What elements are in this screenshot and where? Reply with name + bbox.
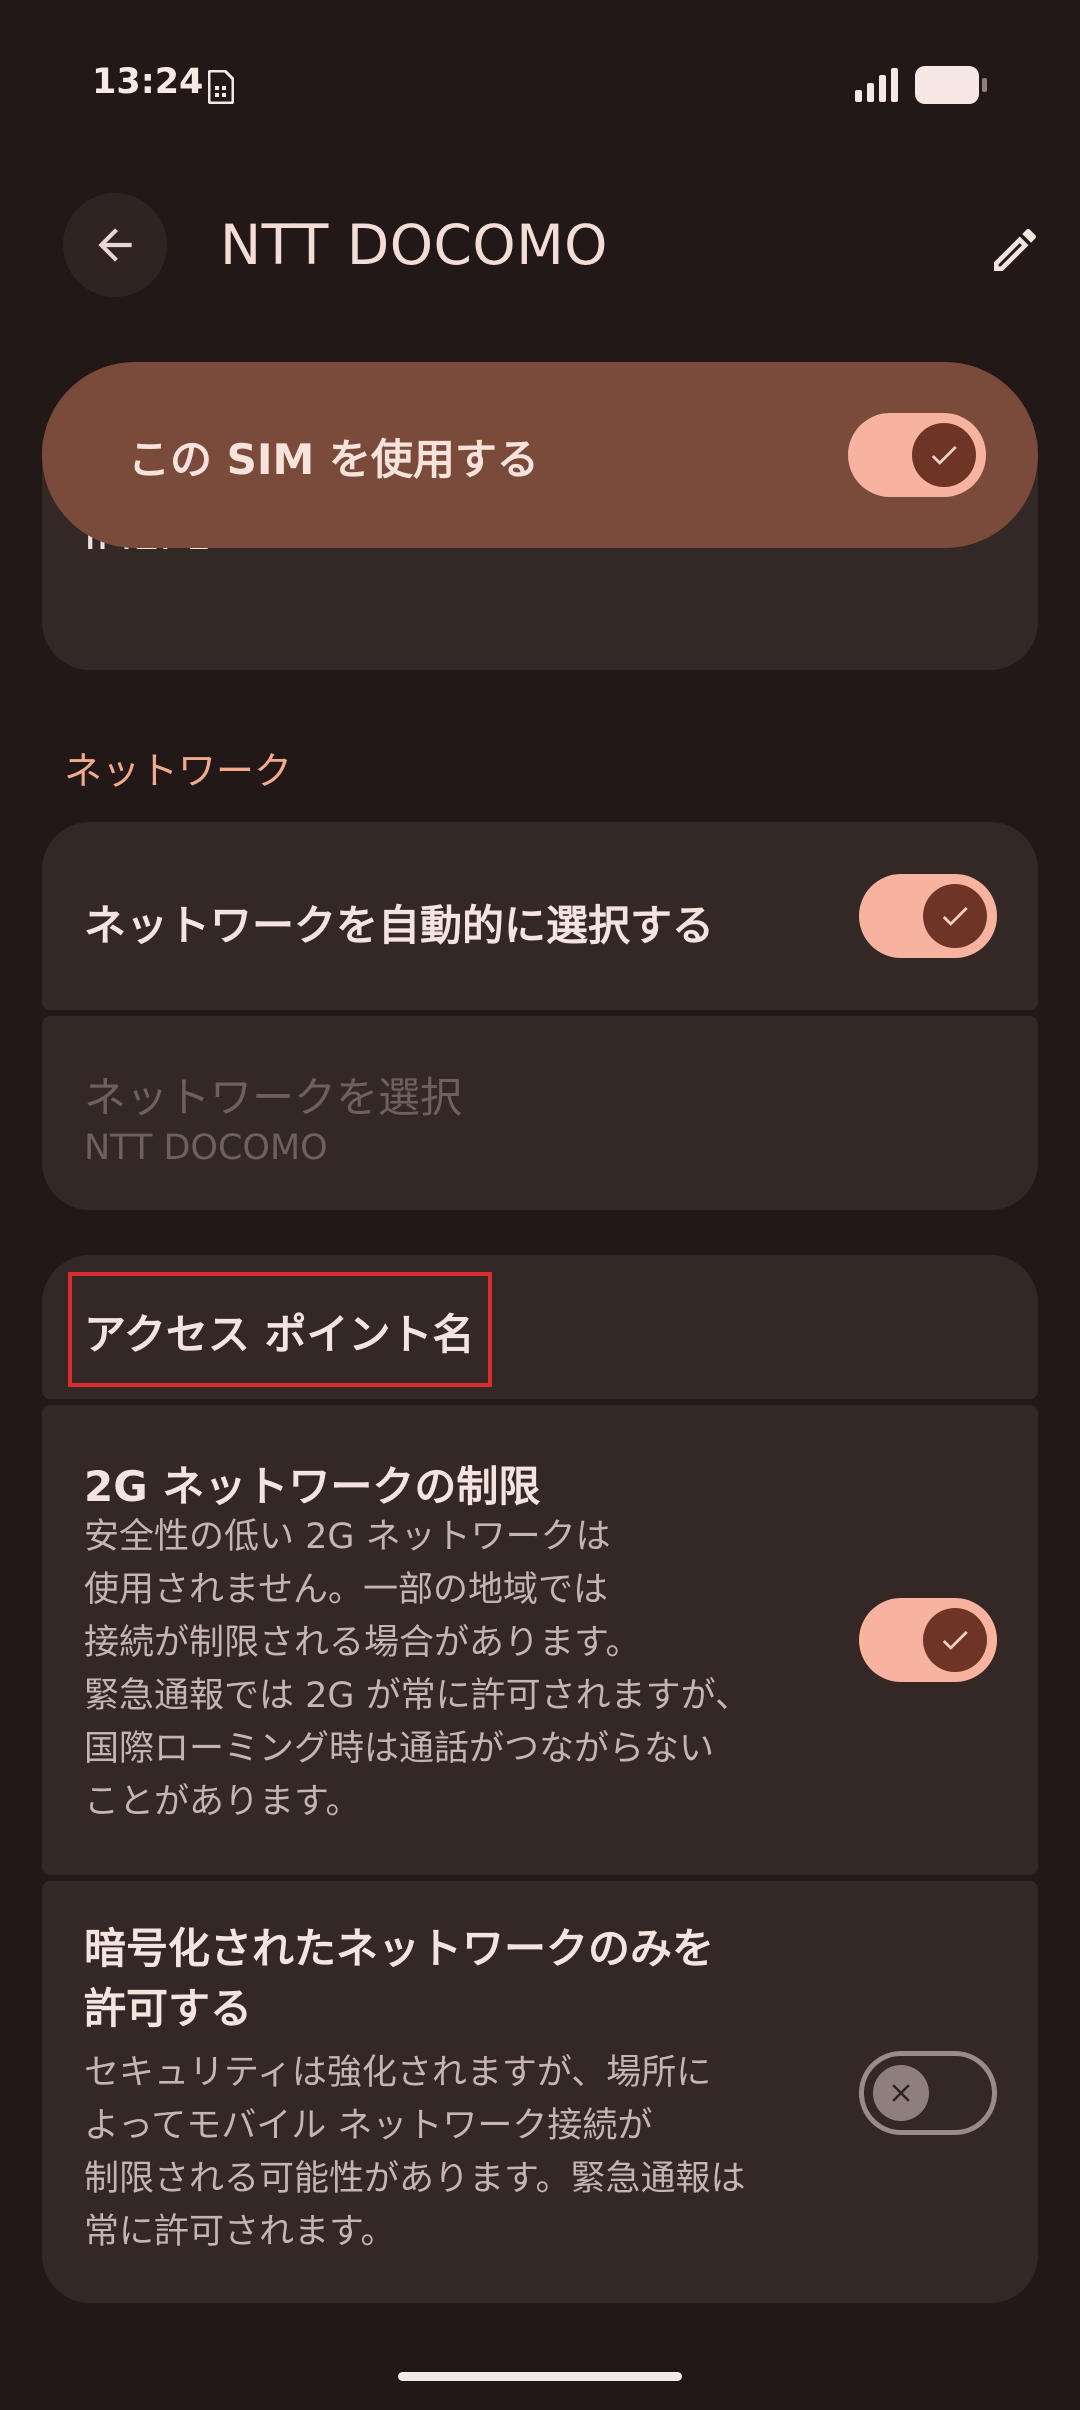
home-indicator[interactable] (398, 2372, 682, 2381)
restrict-2g-title: 2G ネットワークの制限 (84, 1462, 541, 1511)
auto-select-network-label: ネットワークを自動的に選択する (84, 901, 715, 950)
auto-select-network-switch[interactable] (859, 874, 997, 958)
check-icon (942, 1630, 968, 1650)
use-sim-toggle-row[interactable]: この SIM を使用する (42, 362, 1038, 548)
auto-select-network-row[interactable]: ネットワークを自動的に選択する (42, 822, 1038, 1010)
switch-thumb (923, 884, 987, 948)
signal-icon (855, 68, 898, 102)
switch-thumb (912, 423, 976, 487)
select-network-row: ネットワークを選択 NTT DOCOMO (42, 1016, 1038, 1210)
restrict-2g-switch[interactable] (859, 1598, 997, 1682)
back-arrow-icon (98, 228, 132, 262)
encrypted-networks-only-description: セキュリティは強化されますが、場所に よってモバイル ネットワーク接続が 制限さ… (84, 2053, 746, 2252)
status-bar: 13:24 (0, 0, 1080, 170)
encrypted-networks-only-switch[interactable] (859, 2051, 997, 2135)
use-sim-switch[interactable] (848, 413, 986, 497)
page-title: NTT DOCOMO (220, 213, 608, 277)
check-icon (942, 906, 968, 926)
network-section-header: ネットワーク (64, 749, 293, 793)
restrict-2g-description: 安全性の低い 2G ネットワークは 使用されません。一部の地域では 接続が制限さ… (84, 1517, 750, 1822)
close-icon (892, 2084, 910, 2102)
use-sim-label: この SIM を使用する (128, 435, 539, 484)
check-icon (931, 445, 957, 465)
battery-icon (915, 66, 987, 104)
back-button[interactable] (63, 193, 167, 297)
select-network-value: NTT DOCOMO (84, 1128, 328, 1168)
restrict-2g-row[interactable]: 2G ネットワークの制限 安全性の低い 2G ネットワークは 使用されません。一… (42, 1405, 1038, 1875)
select-network-title: ネットワークを選択 (84, 1073, 463, 1122)
status-time: 13:24 (92, 62, 204, 102)
highlight-box (68, 1272, 492, 1387)
sim-card-icon (208, 70, 234, 104)
app-bar: NTT DOCOMO (0, 190, 1080, 300)
pencil-icon (994, 228, 1036, 271)
encrypted-networks-only-row[interactable]: 暗号化されたネットワークのみを 許可する セキュリティは強化されますが、場所に … (42, 1881, 1038, 2303)
switch-thumb (873, 2065, 929, 2121)
encrypted-networks-only-title: 暗号化されたネットワークのみを 許可する (84, 1924, 715, 2033)
edit-button[interactable] (980, 215, 1050, 285)
switch-thumb (923, 1608, 987, 1672)
